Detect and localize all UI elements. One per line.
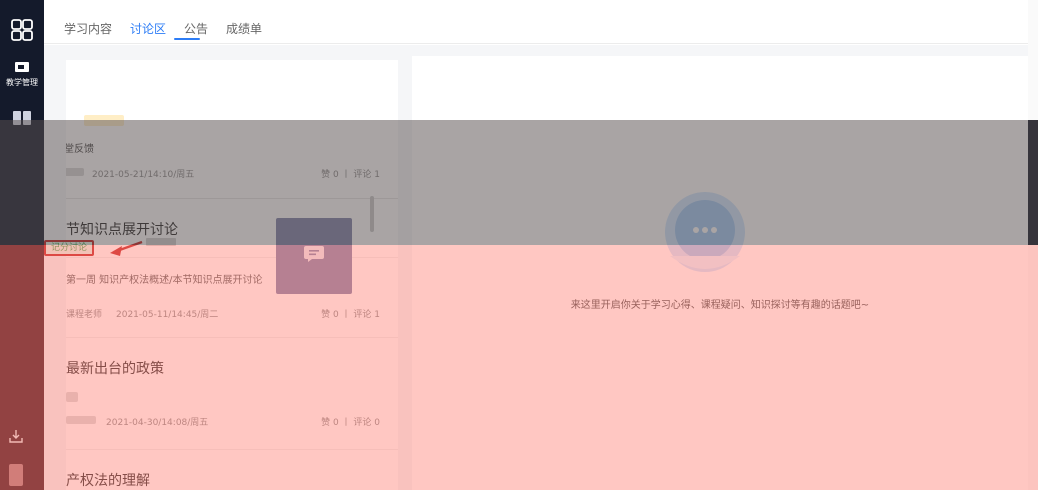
discussion-list: 课堂反馈 2021-05-21/14:10/周五 赞 0 丨 评论 1 本节知识… [66, 60, 398, 490]
download-icon[interactable] [8, 428, 24, 444]
chat-icon [304, 246, 324, 262]
discussion-detail-panel: 来这里开启你关于学习心得、课程疑问、知识探讨等有趣的话题吧~ [412, 56, 1028, 490]
list-scrollbar[interactable] [370, 196, 374, 232]
discussion-thumbnail [276, 218, 352, 294]
rail-lower-area [0, 245, 44, 490]
discussion-time: 2021-05-21/14:10/周五 [92, 170, 195, 180]
tab-grades[interactable]: 成绩单 [226, 20, 262, 37]
top-nav: 学习内容 讨论区 公告 成绩单 [44, 0, 1038, 44]
side-rail: 教学管理 [0, 0, 44, 490]
app-logo-icon[interactable] [0, 8, 44, 52]
avatar[interactable] [9, 464, 23, 486]
discussion-title: 最新出台的政策 [66, 361, 164, 377]
book-icon[interactable] [13, 111, 31, 125]
discussion-stats: 赞 0 丨 评论 1 [321, 170, 380, 180]
discussion-author: 课程老师 [66, 310, 103, 320]
tab-discussion[interactable]: 讨论区 [130, 20, 166, 37]
annotation-label [146, 238, 176, 246]
discussion-stats: 赞 0 丨 评论 0 [321, 418, 380, 428]
chat-bubble-icon [665, 192, 745, 272]
right-edge-toolbar [1028, 120, 1038, 245]
scored-discussion-tag: 记分讨论 [44, 240, 95, 256]
discussion-time: 2021-04-30/14:08/周五 [106, 418, 209, 428]
board-icon [15, 62, 29, 72]
empty-state-text: 来这里开启你关于学习心得、课程疑问、知识探讨等有趣的话题吧~ [570, 300, 870, 311]
rail-item-label: 教学管理 [6, 78, 38, 87]
rail-item-teaching-management[interactable]: 教学管理 [0, 62, 44, 102]
discussion-path: 第一周 知识产权法概述/本节知识点展开讨论 [66, 275, 263, 286]
discussion-title: 产权法的理解 [66, 473, 150, 489]
teacher-tag [84, 115, 124, 126]
discussion-time: 2021-05-11/14:45/周二 [116, 310, 219, 320]
active-tab-indicator [174, 38, 200, 40]
discussion-title: 课堂反馈 [66, 144, 94, 155]
discussion-stats: 赞 0 丨 评论 1 [321, 310, 380, 320]
list-item[interactable]: 最新出台的政策 2021-04-30/14:08/周五 赞 0 丨 评论 0 [66, 338, 398, 450]
tab-announcement[interactable]: 公告 [184, 20, 208, 37]
list-item[interactable]: 产权法的理解 [66, 450, 398, 490]
right-edge [1028, 0, 1038, 490]
tab-learning-content[interactable]: 学习内容 [64, 20, 112, 37]
